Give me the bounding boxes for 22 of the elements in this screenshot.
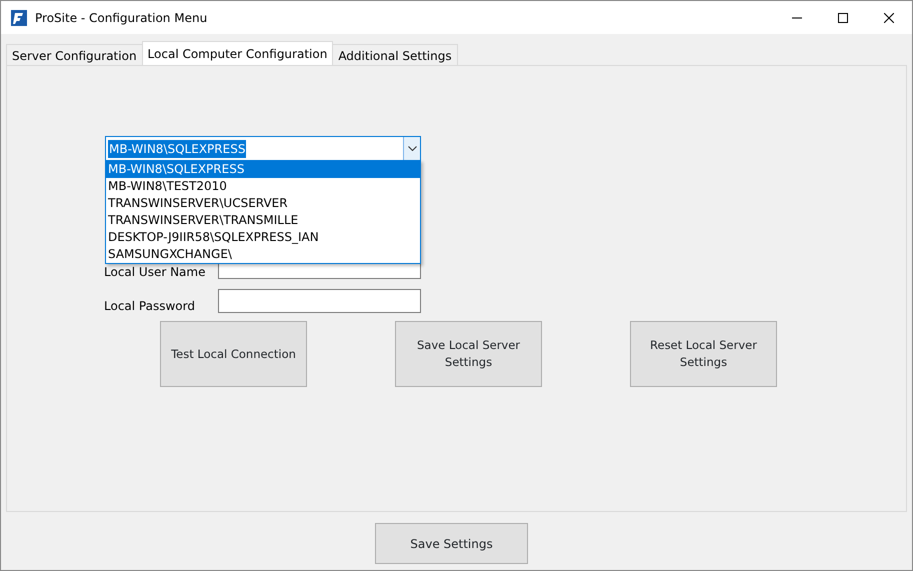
tab[interactable]: Server Configuration	[6, 44, 143, 65]
dropdown-option[interactable]: SAMSUNGXCHANGE\	[106, 246, 420, 263]
tab[interactable]: Local Computer Configuration	[142, 41, 334, 65]
window-title: ProSite - Configuration Menu	[35, 10, 208, 26]
chevron-down-icon	[408, 146, 416, 151]
dropdown-option[interactable]: TRANSWINSERVER\UCSERVER	[106, 195, 420, 212]
dropdown-option[interactable]: DESKTOP-J9IIR58\SQLEXPRESS_IAN	[106, 229, 420, 246]
dropdown-option[interactable]: MB-WIN8\SQLEXPRESS	[106, 161, 420, 178]
save-settings-button[interactable]: Save Settings	[375, 523, 528, 564]
action-button[interactable]: Test Local Connection	[160, 321, 307, 387]
dropdown-option[interactable]: MB-WIN8\TEST2010	[106, 178, 420, 195]
maximize-icon	[838, 12, 848, 22]
action-button[interactable]: Save Local Server Settings	[395, 321, 542, 387]
dropdown-option[interactable]: TRANSWINSERVER\TRANSMILLE	[106, 212, 420, 229]
app-logo-icon	[11, 10, 27, 26]
field-label: Local Password	[104, 299, 196, 313]
close-icon	[884, 12, 894, 22]
tab[interactable]: Additional Settings	[332, 44, 458, 65]
server-dropdown[interactable]: MB-WIN8\SQLEXPRESS	[105, 136, 421, 161]
text-field[interactable]	[218, 289, 421, 313]
field-label: Local User Name	[104, 265, 206, 279]
action-button[interactable]: Reset Local Server Settings	[630, 321, 777, 387]
